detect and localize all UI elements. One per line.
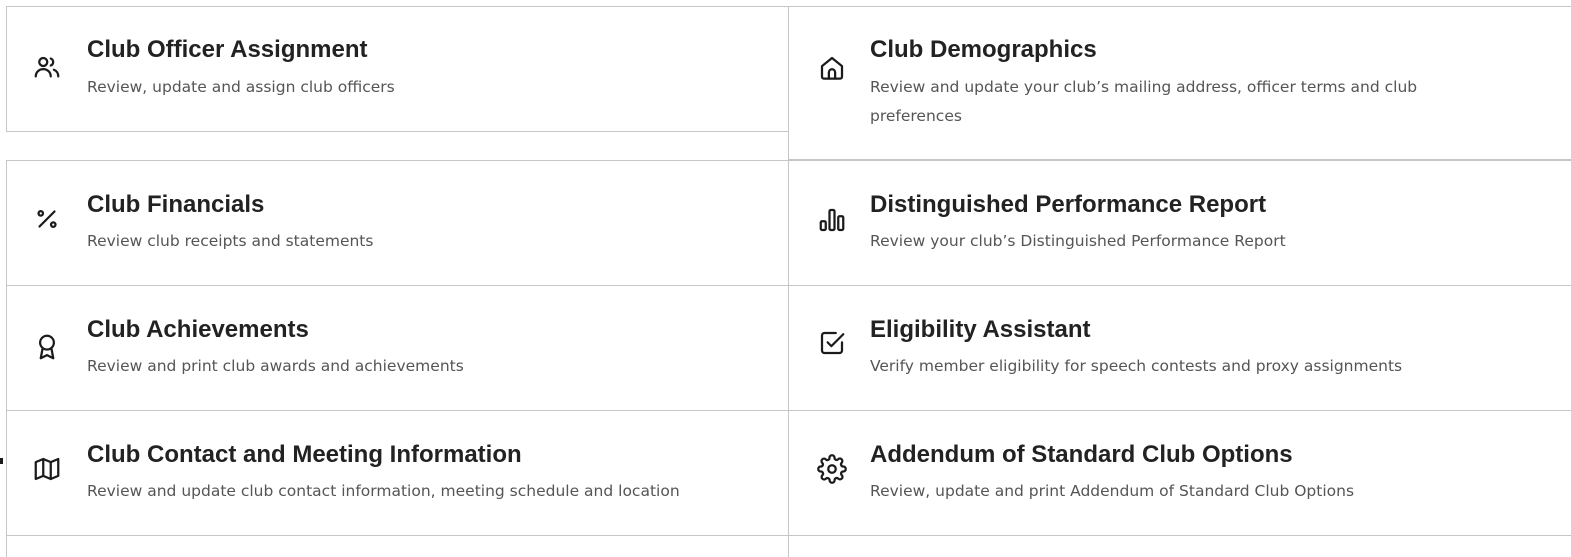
card-description: Verify member eligibility for speech con… bbox=[870, 357, 1403, 375]
card-description: Review your club’s Distinguished Perform… bbox=[870, 232, 1286, 250]
bar-chart-icon bbox=[816, 204, 848, 236]
card-title[interactable]: Club Demographics bbox=[870, 36, 1097, 64]
card-title[interactable]: Distinguished Performance Report bbox=[870, 191, 1266, 219]
card-title[interactable]: Club Officer Assignment bbox=[87, 36, 367, 64]
home-icon bbox=[816, 52, 848, 84]
card-description: Review, update and assign club officers bbox=[87, 78, 395, 96]
card-partial-bottom-left[interactable] bbox=[6, 535, 791, 557]
card-distinguished-performance-report[interactable]: Distinguished Performance Report Review … bbox=[788, 160, 1571, 286]
card-description: Review club receipts and statements bbox=[87, 232, 374, 250]
card-title[interactable]: Club Financials bbox=[87, 191, 264, 219]
award-icon bbox=[31, 331, 63, 363]
card-addendum-standard-club-options[interactable]: Addendum of Standard Club Options Review… bbox=[788, 410, 1571, 536]
map-icon bbox=[31, 453, 63, 485]
users-icon bbox=[31, 51, 63, 83]
card-title[interactable]: Addendum of Standard Club Options bbox=[870, 441, 1293, 469]
card-eligibility-assistant[interactable]: Eligibility Assistant Verify member elig… bbox=[788, 285, 1571, 411]
gear-icon bbox=[816, 453, 848, 485]
checkbox-icon bbox=[816, 327, 848, 359]
card-title[interactable]: Eligibility Assistant bbox=[870, 316, 1091, 344]
card-description: Review and print club awards and achieve… bbox=[87, 357, 464, 375]
card-title[interactable]: Club Contact and Meeting Information bbox=[87, 441, 522, 469]
card-partial-bottom-right[interactable] bbox=[788, 535, 1571, 557]
card-club-officer-assignment[interactable]: Club Officer Assignment Review, update a… bbox=[6, 6, 791, 132]
card-title[interactable]: Club Achievements bbox=[87, 316, 309, 344]
card-club-financials[interactable]: Club Financials Review club receipts and… bbox=[6, 160, 791, 286]
club-central-grid: Club Officer Assignment Review, update a… bbox=[0, 0, 1571, 557]
card-description: Review, update and print Addendum of Sta… bbox=[870, 482, 1355, 500]
card-club-achievements[interactable]: Club Achievements Review and print club … bbox=[6, 285, 791, 411]
card-club-contact-meeting-information[interactable]: Club Contact and Meeting Information Rev… bbox=[6, 410, 791, 536]
card-description: Review and update your club’s mailing ad… bbox=[870, 78, 1418, 125]
percent-icon bbox=[31, 203, 63, 235]
card-club-demographics[interactable]: Club Demographics Review and update your… bbox=[788, 6, 1571, 160]
edge-fragment bbox=[0, 458, 3, 464]
card-description: Review and update club contact informati… bbox=[87, 482, 680, 500]
